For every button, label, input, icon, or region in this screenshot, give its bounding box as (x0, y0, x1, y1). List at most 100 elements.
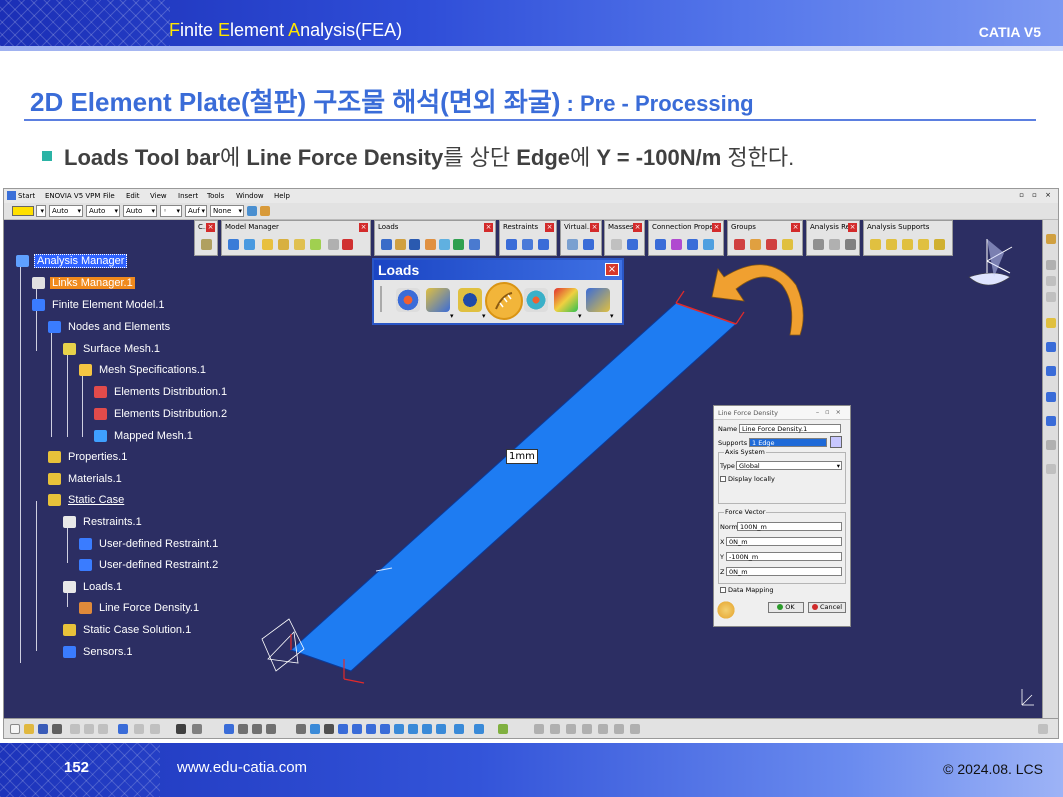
compass-icon[interactable] (968, 239, 1013, 286)
analysis-tool-icon[interactable] (566, 724, 576, 734)
tree-node-analysis-manager[interactable]: Analysis Manager (16, 253, 128, 269)
close-icon[interactable]: × (605, 263, 619, 276)
tree-node-mapped-mesh[interactable]: Mapped Mesh.1 (94, 428, 195, 444)
tool-icon[interactable] (1046, 234, 1056, 244)
tree-node-finite-element-model[interactable]: Finite Element Model.1 (32, 297, 167, 313)
sensors-icon (63, 646, 76, 658)
pan-icon[interactable] (296, 724, 306, 734)
moment-icon[interactable] (458, 288, 482, 312)
copy-icon[interactable] (84, 724, 94, 734)
analysis-tool-icon[interactable] (598, 724, 608, 734)
tool-icon[interactable] (1046, 416, 1056, 426)
data-mapping-checkbox[interactable] (720, 587, 726, 593)
analysis-tool-icon[interactable] (630, 724, 640, 734)
chevron-down-icon[interactable]: ▾ (482, 312, 486, 320)
display-locally-checkbox[interactable] (720, 476, 726, 482)
tool-icon[interactable] (1046, 366, 1056, 376)
dialog-window-controls[interactable]: –▫× (816, 408, 847, 416)
tree-node-restraints[interactable]: Restraints.1 (63, 514, 144, 530)
type-select[interactable]: Global ▾ (736, 461, 842, 470)
tool-icon[interactable] (1046, 392, 1056, 402)
new-icon[interactable] (10, 724, 20, 734)
tree-node-elements-distribution-2[interactable]: Elements Distribution.2 (94, 406, 229, 422)
analysis-tool-icon[interactable] (534, 724, 544, 734)
norm-field[interactable]: 100N_m (737, 522, 842, 531)
tree-node-static-case-solution[interactable]: Static Case Solution.1 (63, 622, 193, 638)
chevron-down-icon[interactable]: ▾ (610, 312, 614, 320)
power-input-icon[interactable] (1038, 724, 1048, 734)
volume-force-icon[interactable] (554, 288, 578, 312)
undo-icon[interactable] (118, 724, 128, 734)
move-icon[interactable] (324, 724, 334, 734)
normal-view-icon[interactable] (380, 724, 390, 734)
fit-all-icon[interactable] (310, 724, 320, 734)
tree-node-sensors[interactable]: Sensors.1 (63, 644, 135, 660)
paste-icon[interactable] (98, 724, 108, 734)
whats-this-icon[interactable] (150, 724, 160, 734)
tree-icon[interactable] (498, 724, 508, 734)
analysis-tool-icon[interactable] (550, 724, 560, 734)
supports-field[interactable]: 1 Edge (749, 438, 827, 447)
y-field[interactable]: -100N_m (726, 552, 842, 561)
hide-show-icon[interactable] (422, 724, 432, 734)
fly-icon[interactable] (238, 724, 248, 734)
tool-icon[interactable] (1046, 440, 1056, 450)
line-force-density-icon[interactable] (492, 289, 516, 313)
tool-icon[interactable] (1046, 318, 1056, 328)
render-icon[interactable] (408, 724, 418, 734)
surface-force-icon[interactable] (524, 288, 548, 312)
redo-icon[interactable] (134, 724, 144, 734)
plate-surface[interactable] (290, 302, 737, 672)
toolbar-grip[interactable] (380, 286, 382, 312)
save-icon[interactable] (38, 724, 48, 734)
formula-icon[interactable] (176, 724, 186, 734)
data-mapping-option[interactable]: Data Mapping (720, 586, 773, 594)
open-icon[interactable] (24, 724, 34, 734)
tree-node-user-restraint-2[interactable]: User-defined Restraint.2 (79, 557, 220, 573)
tool-icon[interactable] (1046, 260, 1056, 270)
layer-icon[interactable] (474, 724, 484, 734)
website-link[interactable]: www.edu-catia.com (177, 759, 307, 776)
tree-node-surface-mesh[interactable]: Surface Mesh.1 (63, 341, 162, 357)
tree-node-elements-distribution-1[interactable]: Elements Distribution.1 (94, 384, 229, 400)
tree-node-line-force-density[interactable]: Line Force Density.1 (79, 600, 201, 616)
analysis-tool-icon[interactable] (582, 724, 592, 734)
zoom-in-icon[interactable] (352, 724, 362, 734)
name-field[interactable]: Line Force Density.1 (739, 424, 841, 433)
tree-node-materials[interactable]: Materials.1 (48, 471, 124, 487)
ok-button[interactable]: OK (768, 602, 804, 613)
tree-node-mesh-specifications[interactable]: Mesh Specifications.1 (79, 362, 208, 378)
chevron-down-icon[interactable]: ▾ (450, 312, 454, 320)
print-icon[interactable] (52, 724, 62, 734)
supports-picker-icon[interactable] (830, 436, 842, 448)
analysis-tool-icon[interactable] (614, 724, 624, 734)
pressure-icon[interactable] (396, 288, 420, 312)
chevron-down-icon[interactable]: ▾ (578, 312, 582, 320)
tool-icon[interactable] (1046, 276, 1056, 286)
zoom-out-icon[interactable] (366, 724, 376, 734)
camera-icon[interactable] (454, 724, 464, 734)
cut-icon[interactable] (70, 724, 80, 734)
tool-icon[interactable] (1046, 464, 1056, 474)
tree-node-nodes-and-elements[interactable]: Nodes and Elements (48, 319, 172, 335)
tool-icon[interactable] (1046, 292, 1056, 302)
display-locally-option[interactable]: Display locally (720, 475, 775, 483)
tree-node-properties[interactable]: Properties.1 (48, 449, 129, 465)
z-field[interactable]: 0N_m (726, 567, 842, 576)
catalog-icon[interactable] (224, 724, 234, 734)
tool-icon[interactable] (1046, 342, 1056, 352)
tree-node-user-restraint-1[interactable]: User-defined Restraint.1 (79, 536, 220, 552)
fit-icon[interactable] (252, 724, 262, 734)
distributed-force-icon[interactable] (426, 288, 450, 312)
rotate-icon[interactable] (338, 724, 348, 734)
views-icon[interactable] (394, 724, 404, 734)
swap-icon[interactable] (436, 724, 446, 734)
tree-node-links-manager[interactable]: Links Manager.1 (32, 275, 135, 291)
cancel-button[interactable]: Cancel (808, 602, 846, 613)
view-icon[interactable] (266, 724, 276, 734)
force-density-icon[interactable] (586, 288, 610, 312)
tree-node-static-case[interactable]: Static Case (48, 492, 126, 508)
tree-node-loads[interactable]: Loads.1 (63, 579, 124, 595)
comment-icon[interactable] (192, 724, 202, 734)
x-field[interactable]: 0N_m (726, 537, 842, 546)
